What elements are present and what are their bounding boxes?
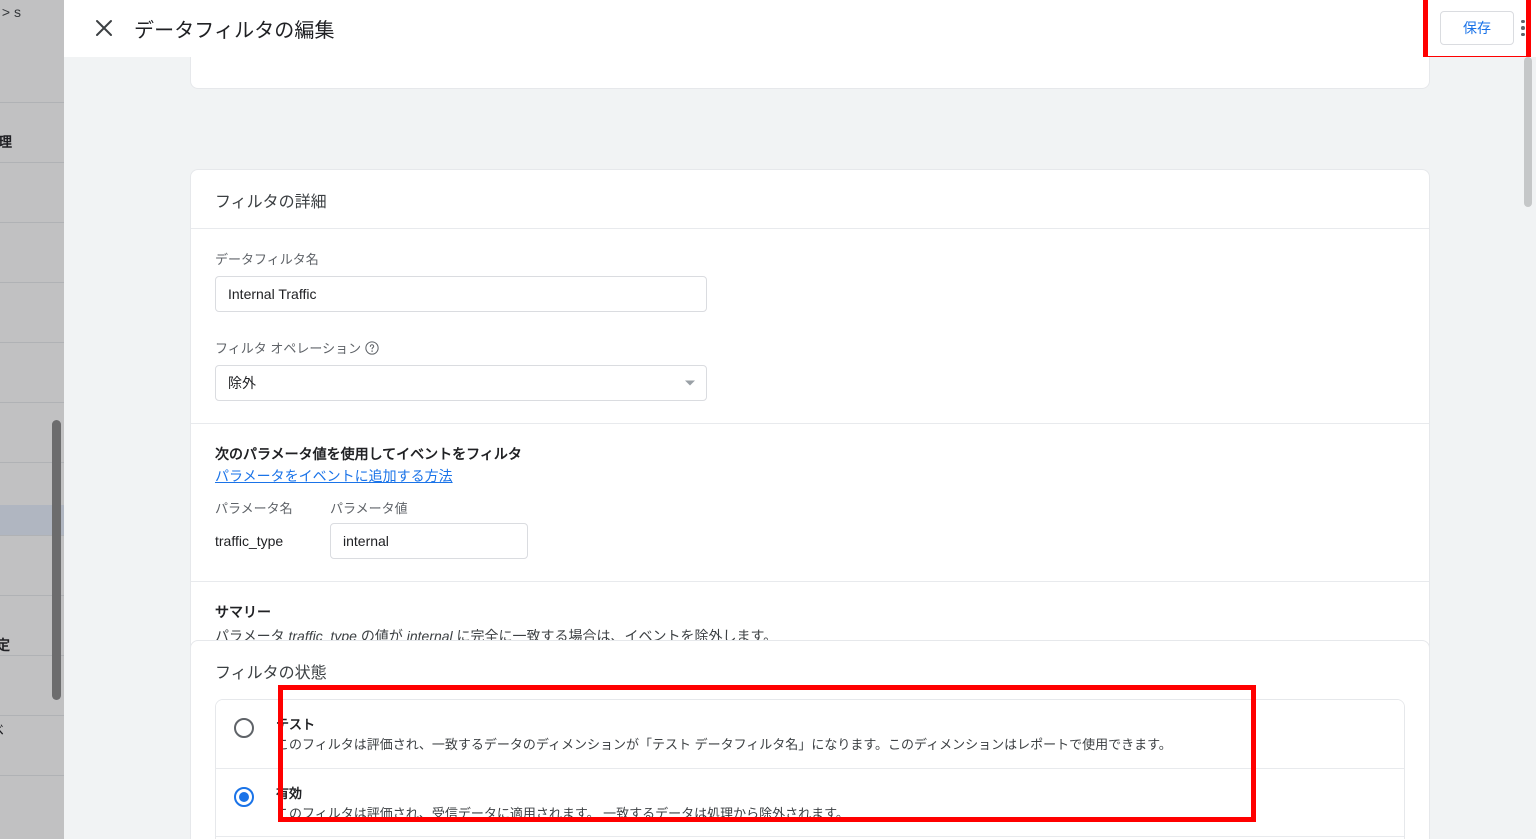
filter-name-input[interactable]	[215, 276, 707, 312]
filter-details-fields: データフィルタ名 フィルタ オペレーション	[191, 229, 1429, 423]
filter-details-title: フィルタの詳細	[215, 194, 327, 211]
filter-operation-select-wrapper: 除外	[215, 365, 707, 401]
parameter-section: 次のパラメータ値を使用してイベントをフィルタ パラメータをイベントに追加する方法…	[191, 424, 1429, 581]
parameter-column-headers: パラメータ名 パラメータ値	[215, 498, 1405, 517]
previous-card-partial	[190, 57, 1430, 89]
parameter-value-input[interactable]	[330, 523, 528, 559]
page-title: データフィルタの編集	[134, 19, 335, 42]
filter-name-label: データフィルタ名	[215, 249, 1405, 268]
parameter-name-value: traffic_type	[215, 533, 284, 549]
filter-operation-select[interactable]: 除外	[215, 365, 707, 401]
parameter-name-column-label: パラメータ名	[215, 501, 293, 516]
help-circle-icon[interactable]	[365, 340, 379, 355]
filter-state-option-active[interactable]: 有効 このフィルタは評価され、受信データに適用されます。 一致するデータは処理か…	[216, 767, 1404, 837]
filter-state-option-testing-texts: テスト このフィルタは評価され、一致するデータのディメンションが「テスト データ…	[276, 714, 1172, 754]
filter-state-option-active-texts: 有効 このフィルタは評価され、受信データに適用されます。 一致するデータは処理か…	[276, 783, 849, 823]
edit-data-filter-dialog: データフィルタの編集 保存 フィルタの詳細 データフィルタ名 Internal …	[64, 0, 1536, 839]
dialog-scrollbar[interactable]	[1524, 57, 1532, 207]
filter-operation-value: 除外	[228, 375, 256, 391]
save-button-wrapper: 保存	[1423, 0, 1531, 61]
filter-state-option-testing[interactable]: テスト このフィルタは評価され、一致するデータのディメンションが「テスト データ…	[216, 700, 1404, 768]
filter-state-option-testing-title: テスト	[276, 717, 316, 732]
dialog-body[interactable]: フィルタの詳細 データフィルタ名 フィルタ オペレーション	[64, 57, 1536, 839]
filter-state-radio-group: テスト このフィルタは評価され、一致するデータのディメンションが「テスト データ…	[215, 699, 1405, 839]
filter-details-card: フィルタの詳細 データフィルタ名 フィルタ オペレーション	[190, 169, 1430, 670]
summary-title: サマリー	[215, 604, 271, 620]
close-icon[interactable]	[92, 16, 116, 40]
screenshot-root: カウント > s ス管理 設定 ベ	[0, 0, 1536, 839]
filter-operation-label-text: フィルタ オペレーション	[215, 341, 362, 356]
filter-state-option-active-title: 有効	[276, 785, 303, 801]
parameter-value-column-label: パラメータ値	[330, 501, 408, 516]
parameter-section-heading: 次のパラメータ値を使用してイベントをフィルタ	[215, 446, 522, 462]
filter-state-title: フィルタの状態	[215, 665, 327, 682]
add-parameter-help-link[interactable]: パラメータをイベントに追加する方法	[215, 466, 453, 486]
save-button[interactable]: 保存	[1440, 11, 1514, 45]
filter-state-option-active-description: このフィルタは評価され、受信データに適用されます。 一致するデータは処理から除外…	[276, 805, 849, 821]
filter-operation-label: フィルタ オペレーション	[215, 338, 1405, 357]
filter-state-option-testing-description: このフィルタは評価され、一致するデータのディメンションが「テスト データフィルタ…	[276, 737, 1172, 752]
filter-name-label-text: データフィルタ名	[215, 252, 319, 267]
radio-button-testing[interactable]	[234, 718, 254, 738]
dialog-scrim[interactable]	[0, 0, 64, 839]
header-actions: 保存	[1423, 0, 1536, 61]
filter-state-card: フィルタの状態 テスト このフィルタは評価され、一致するデータのディメンションが…	[190, 640, 1430, 839]
parameter-row: traffic_type	[215, 523, 1405, 559]
dialog-header: データフィルタの編集 保存	[64, 0, 1536, 61]
more-vert-icon[interactable]	[1514, 16, 1532, 40]
radio-button-active[interactable]	[234, 786, 254, 807]
